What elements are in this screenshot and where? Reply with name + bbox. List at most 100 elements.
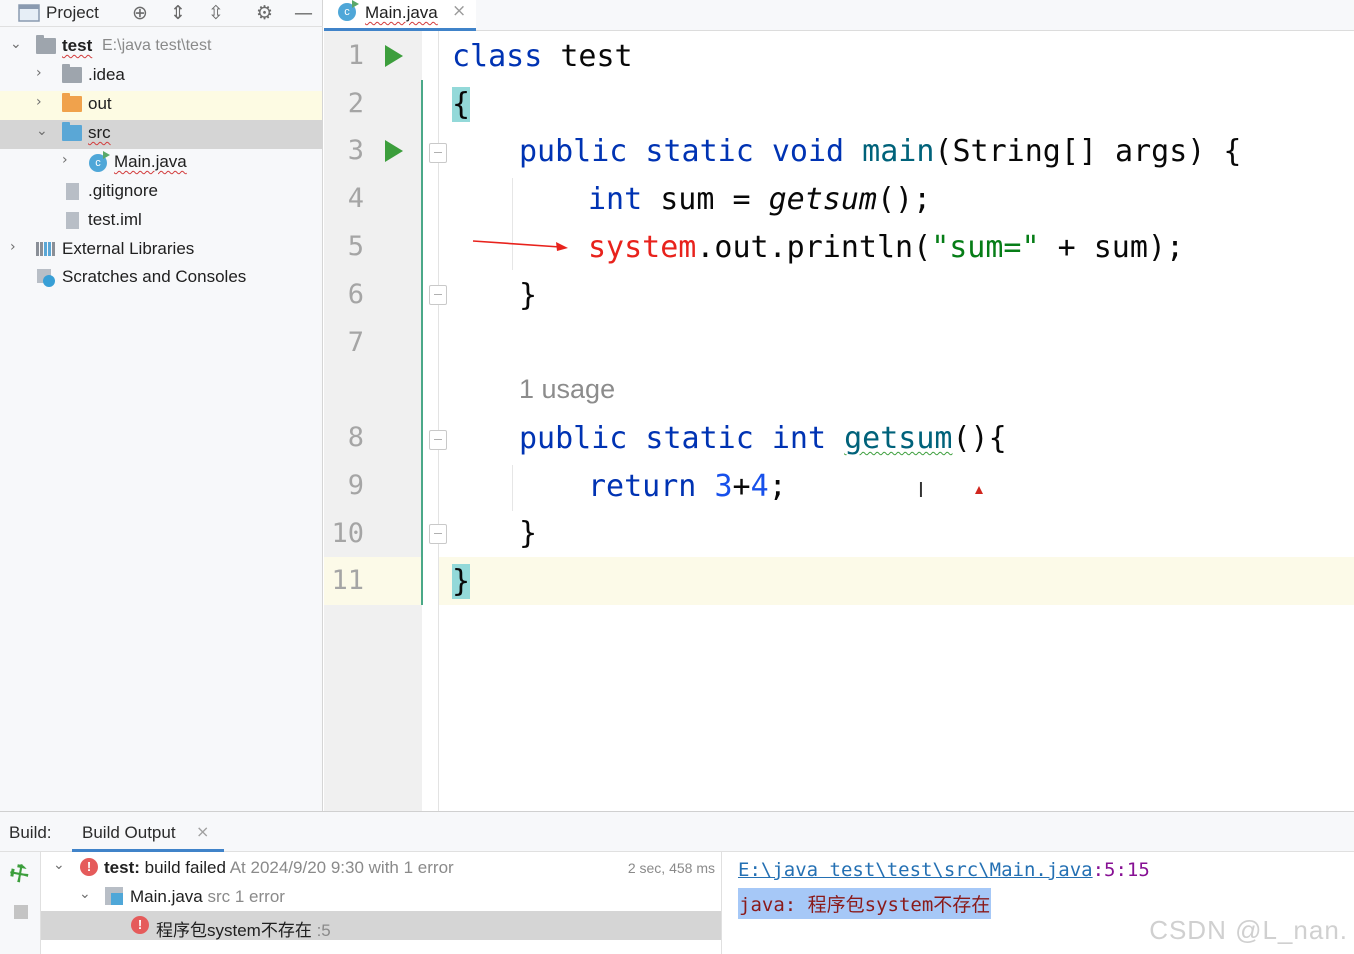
gear-icon[interactable]: ⚙ <box>256 2 273 24</box>
fold-icon[interactable] <box>429 430 447 450</box>
chevron-right-icon[interactable]: › <box>36 65 42 81</box>
line-number[interactable]: 3 <box>324 135 364 166</box>
tree-item-main-java[interactable]: › c Main.java <box>0 149 322 178</box>
project-view-icon[interactable] <box>18 4 40 22</box>
keyword: public static void <box>519 134 845 169</box>
chevron-down-icon[interactable]: ⌄ <box>10 36 22 52</box>
fold-icon[interactable] <box>429 524 447 544</box>
java-file-icon <box>105 887 123 905</box>
line-number[interactable]: 11 <box>324 565 364 596</box>
tree-item-idea[interactable]: › .idea <box>0 62 322 91</box>
number-literal: 4 <box>750 469 769 504</box>
close-icon[interactable]: × <box>452 1 466 21</box>
line-number[interactable]: 9 <box>324 470 364 501</box>
tree-item-scratches[interactable]: Scratches and Consoles <box>0 264 322 293</box>
line-number[interactable]: 7 <box>324 327 364 358</box>
tab-label: Build Output <box>82 823 176 842</box>
line-number[interactable]: 4 <box>324 183 364 214</box>
code-line-1[interactable]: class test <box>452 37 633 77</box>
tree-item-src[interactable]: ⌄ src <box>0 120 322 149</box>
file-link[interactable]: E:\java test\test\src\Main.java <box>738 859 1093 881</box>
project-panel-title[interactable]: Project <box>46 3 99 23</box>
tab-build-output[interactable]: Build Output × <box>72 812 224 852</box>
keyword: class <box>452 39 543 74</box>
tree-item-out[interactable]: › out <box>0 91 322 120</box>
code-line-3[interactable]: public static void main(String[] args) { <box>519 132 1241 172</box>
build-row-error[interactable]: ! 程序包system不存在 :5 <box>41 911 721 940</box>
matched-brace: { <box>452 87 471 122</box>
method-call: getsum <box>768 182 877 217</box>
line-number[interactable]: 5 <box>324 231 364 262</box>
vcs-change-marker[interactable] <box>421 80 423 605</box>
project-path: E:\java test\test <box>102 37 212 54</box>
code-text: sum = <box>642 182 769 217</box>
keyword: int <box>588 182 643 217</box>
stop-icon[interactable] <box>14 905 28 919</box>
usage-hint[interactable]: 1 usage <box>519 374 615 405</box>
collapse-all-icon[interactable]: ⇳ <box>208 2 224 24</box>
code-line-11[interactable]: } <box>452 562 471 602</box>
build-duration: 2 sec, 458 ms <box>627 860 715 876</box>
chevron-right-icon[interactable]: › <box>10 239 16 255</box>
file-sub: src 1 error <box>202 887 285 906</box>
build-header: Build: Build Output × <box>0 812 1354 852</box>
matched-brace: } <box>452 564 471 599</box>
code-line-10[interactable]: } <box>519 514 537 554</box>
line-number[interactable]: 8 <box>324 422 364 453</box>
keyword: return <box>588 469 697 504</box>
build-toolbar: ⚒ <box>0 852 41 954</box>
expand-all-icon[interactable]: ⇕ <box>170 2 186 24</box>
error-line: :5 <box>311 921 331 940</box>
tree-item-gitignore[interactable]: .gitignore <box>0 178 322 207</box>
run-class-icon[interactable] <box>385 45 403 67</box>
minimize-icon[interactable]: — <box>294 2 313 24</box>
project-toolbar: Project ⊕ ⇕ ⇳ ⚙ — <box>0 0 323 27</box>
build-panel-title: Build: <box>9 823 52 842</box>
folder-blue-icon <box>62 122 82 141</box>
code-text: (){ <box>952 421 1007 456</box>
code-line-4[interactable]: int sum = getsum(); <box>588 180 931 220</box>
build-row-test[interactable]: ⌄ ! test: build failed At 2024/9/20 9:30… <box>41 853 721 882</box>
chevron-down-icon[interactable]: ⌄ <box>53 857 65 873</box>
line-number[interactable]: 6 <box>324 279 364 310</box>
file-name: Main.java <box>130 887 203 906</box>
ignore-file-icon <box>66 183 79 200</box>
fold-icon[interactable] <box>429 285 447 305</box>
output-error-message[interactable]: java: 程序包system不存在 <box>738 888 992 919</box>
indent-guide <box>512 465 513 511</box>
project-panel: Project ⊕ ⇕ ⇳ ⚙ — ⌄ test E:\java test\te… <box>0 0 323 811</box>
tree-item-test-iml[interactable]: test.iml <box>0 207 322 236</box>
tree-item-label: out <box>88 94 112 113</box>
code-text: (); <box>877 182 932 217</box>
line-number[interactable]: 10 <box>324 518 364 549</box>
warning-marker-icon[interactable] <box>975 486 983 494</box>
fold-icon[interactable] <box>429 143 447 163</box>
line-number[interactable]: 2 <box>324 88 364 119</box>
chevron-right-icon[interactable]: › <box>36 94 42 110</box>
tree-item-label: Main.java <box>114 152 187 171</box>
tree-item-test[interactable]: ⌄ test E:\java test\test <box>0 33 322 62</box>
close-icon[interactable]: × <box>196 822 209 841</box>
line-number[interactable]: 1 <box>324 40 364 71</box>
code-line-9[interactable]: return 3+4; <box>588 467 787 507</box>
build-row-main-java[interactable]: ⌄ Main.java src 1 error <box>41 882 721 911</box>
tree-item-label: test <box>62 36 93 55</box>
chevron-right-icon[interactable]: › <box>62 152 68 168</box>
scratches-icon <box>37 269 55 287</box>
code-line-2[interactable]: { <box>452 85 471 125</box>
tree-item-external-libraries[interactable]: › External Libraries <box>0 236 322 265</box>
code-line-8[interactable]: public static int getsum(){ <box>519 419 1007 459</box>
target-icon[interactable]: ⊕ <box>132 2 148 24</box>
tree-item-label: src <box>88 123 111 142</box>
tree-item-label: Scratches and Consoles <box>62 267 247 286</box>
libraries-icon <box>36 241 56 257</box>
run-main-icon[interactable] <box>385 140 403 162</box>
code-line-6[interactable]: } <box>519 276 537 316</box>
code-line-5[interactable]: system.out.println("sum=" + sum); <box>588 228 1184 268</box>
tab-main-java[interactable]: c Main.java × <box>324 0 476 31</box>
build-result: build failed <box>139 858 226 877</box>
chevron-down-icon[interactable]: ⌄ <box>79 886 91 902</box>
hammer-icon[interactable]: ⚒ <box>5 859 36 891</box>
build-file: Main.java src 1 error <box>130 887 285 907</box>
chevron-down-icon[interactable]: ⌄ <box>36 123 48 139</box>
